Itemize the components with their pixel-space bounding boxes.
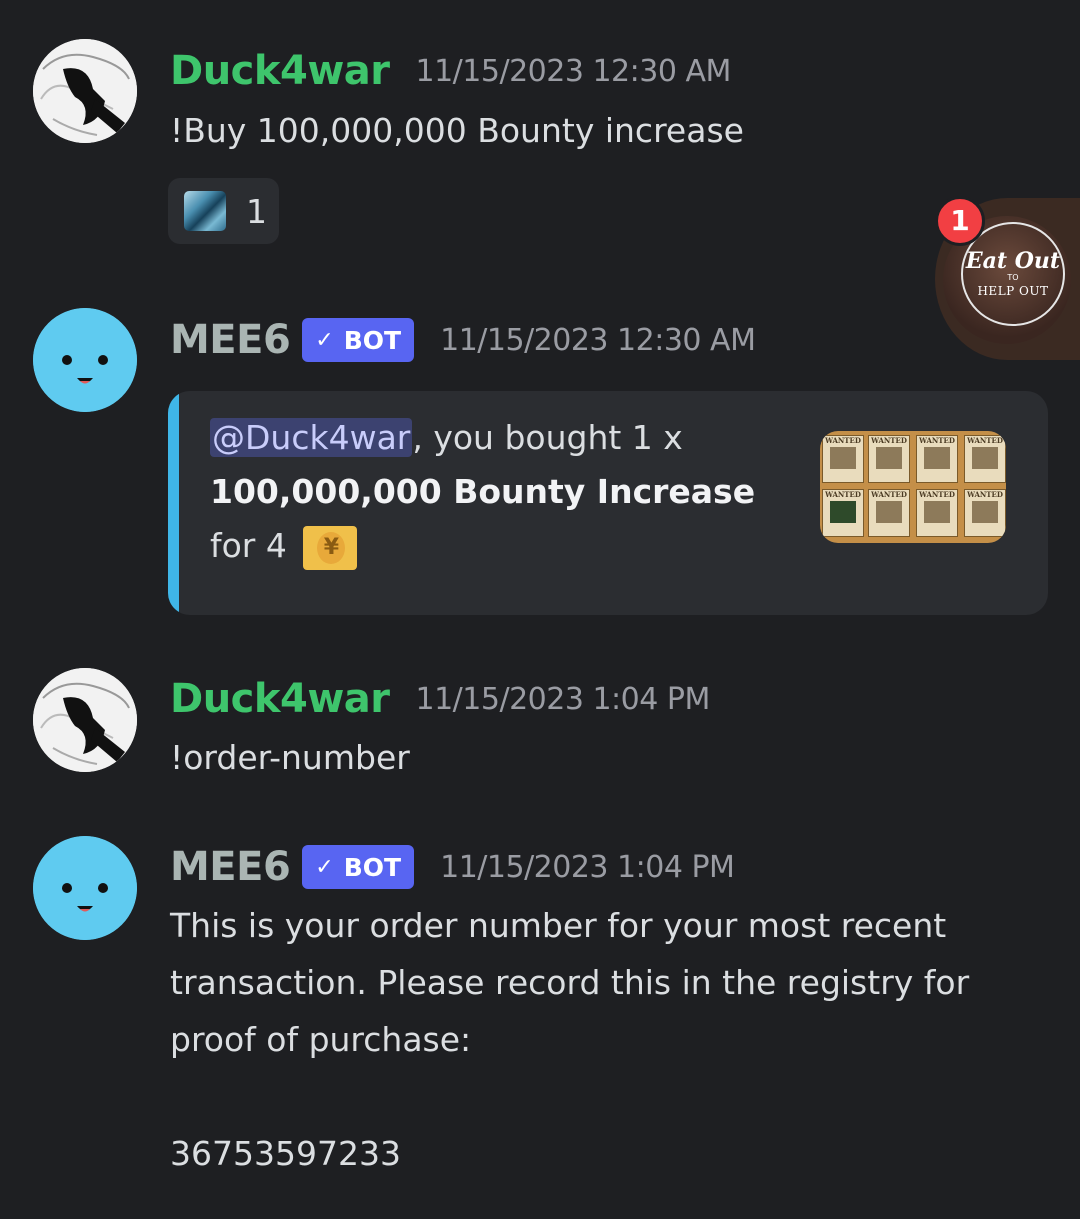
message-header: MEE6 ✓ BOT 11/15/2023 1:04 PM bbox=[170, 844, 735, 890]
price-text: for 4 bbox=[210, 526, 287, 565]
user-mention[interactable]: @Duck4war bbox=[210, 418, 413, 457]
embed-accent-bar bbox=[168, 391, 179, 615]
money-with-yen-icon: ¥ bbox=[303, 525, 358, 570]
wanted-poster: WANTED bbox=[822, 489, 864, 537]
timestamp: 11/15/2023 1:04 PM bbox=[440, 849, 735, 885]
notification-badge: 1 bbox=[935, 196, 985, 246]
logo-title: Eat Out bbox=[965, 248, 1061, 274]
bot-badge: ✓ BOT bbox=[302, 318, 415, 362]
mee6-face-icon bbox=[33, 836, 137, 940]
bot-badge-label: BOT bbox=[343, 325, 402, 355]
bot-badge: ✓ BOT bbox=[302, 845, 415, 889]
message-header: Duck4war 11/15/2023 12:30 AM bbox=[170, 48, 731, 94]
blue-crystal-emoji-icon bbox=[184, 191, 226, 231]
logo-to: TO bbox=[1007, 273, 1019, 282]
avatar-mee6[interactable] bbox=[33, 308, 137, 412]
message-content: This is your order number for your most … bbox=[170, 897, 969, 1182]
content-line: proof of purchase: bbox=[170, 1020, 472, 1059]
message-content: !order-number bbox=[170, 738, 410, 777]
checkmark-icon: ✓ bbox=[315, 327, 334, 353]
wanted-poster: WANTED bbox=[964, 435, 1006, 483]
wanted-poster: WANTED bbox=[868, 435, 910, 483]
wanted-poster: WANTED bbox=[822, 435, 864, 483]
manga-avatar-icon bbox=[33, 39, 137, 143]
username[interactable]: Duck4war bbox=[170, 676, 390, 722]
wanted-poster: WANTED bbox=[868, 489, 910, 537]
order-number: 36753597233 bbox=[170, 1134, 401, 1173]
embed-description: @Duck4war, you bought 1 x 100,000,000 Bo… bbox=[210, 411, 755, 573]
wanted-poster: WANTED bbox=[916, 489, 958, 537]
message-header: MEE6 ✓ BOT 11/15/2023 12:30 AM bbox=[170, 317, 756, 363]
timestamp: 11/15/2023 12:30 AM bbox=[440, 322, 756, 358]
content-line bbox=[170, 1068, 969, 1125]
avatar-mee6[interactable] bbox=[33, 836, 137, 940]
message-content: !Buy 100,000,000 Bounty increase bbox=[170, 111, 744, 150]
mee6-face-icon bbox=[33, 308, 137, 412]
username[interactable]: MEE6 bbox=[170, 844, 291, 890]
message-header: Duck4war 11/15/2023 1:04 PM bbox=[170, 676, 710, 722]
bot-badge-label: BOT bbox=[343, 852, 402, 882]
username[interactable]: Duck4war bbox=[170, 48, 390, 94]
username[interactable]: MEE6 bbox=[170, 317, 291, 363]
embed-text-part: , you bought 1 x bbox=[412, 418, 683, 457]
wanted-poster: WANTED bbox=[916, 435, 958, 483]
timestamp: 11/15/2023 1:04 PM bbox=[415, 681, 711, 717]
embed-thumbnail[interactable]: WANTED WANTED WANTED WANTED WANTED WANTE… bbox=[820, 431, 1006, 543]
reaction-button[interactable]: 1 bbox=[168, 178, 279, 244]
content-line: transaction. Please record this in the r… bbox=[170, 963, 970, 1002]
content-line: This is your order number for your most … bbox=[170, 906, 947, 945]
item-name: 100,000,000 Bounty Increase bbox=[210, 472, 756, 511]
avatar-duck4war[interactable] bbox=[33, 39, 137, 143]
purchase-embed: @Duck4war, you bought 1 x 100,000,000 Bo… bbox=[168, 391, 1048, 615]
checkmark-icon: ✓ bbox=[315, 854, 334, 880]
timestamp: 11/15/2023 12:30 AM bbox=[415, 53, 732, 89]
wanted-poster: WANTED bbox=[964, 489, 1006, 537]
logo-subtitle: HELP OUT bbox=[977, 284, 1049, 298]
reaction-count: 1 bbox=[246, 191, 267, 231]
avatar-duck4war[interactable] bbox=[33, 668, 137, 772]
manga-avatar-icon bbox=[33, 668, 137, 772]
